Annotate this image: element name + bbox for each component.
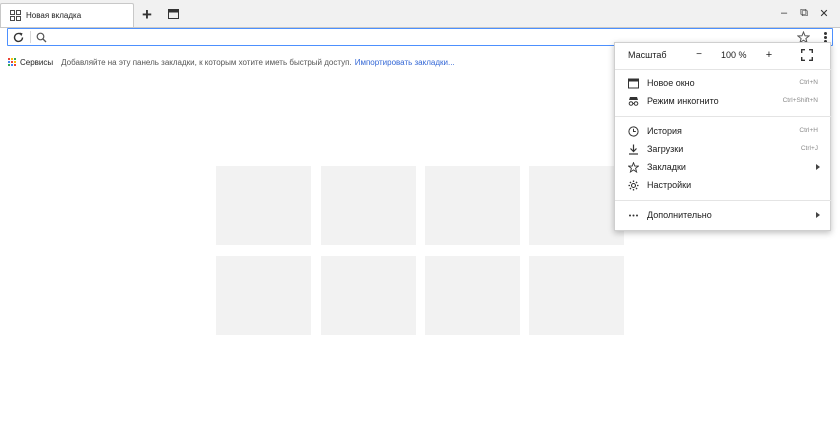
menu-item-label: История xyxy=(647,126,682,136)
menu-item-incognito[interactable]: Режим инкогнито Ctrl+Shift+N xyxy=(615,93,832,110)
search-icon xyxy=(36,32,47,43)
menu-item-more[interactable]: Дополнительно xyxy=(615,207,832,224)
menu-item-label: Дополнительно xyxy=(647,210,712,220)
zoom-in-button[interactable]: + xyxy=(762,48,776,62)
restore-button[interactable]: ⧉ xyxy=(794,4,814,22)
new-window-icon xyxy=(628,78,639,89)
speed-dial-tile[interactable] xyxy=(529,166,624,245)
menu-divider xyxy=(615,200,832,201)
menu-item-shortcut: Ctrl+J xyxy=(800,145,818,152)
zoom-label: Масштаб xyxy=(628,50,667,60)
speed-dial-tile[interactable] xyxy=(216,256,311,335)
menu-divider xyxy=(615,116,832,117)
tab-title: Новая вкладка xyxy=(26,11,82,20)
close-button[interactable]: ✕ xyxy=(814,4,834,22)
menu-item-shortcut: Ctrl+N xyxy=(799,79,818,86)
menu-item-downloads[interactable]: Загрузки Ctrl+J xyxy=(615,141,832,158)
menu-item-label: Загрузки xyxy=(647,144,684,154)
tab-list-button[interactable] xyxy=(165,6,181,22)
speed-dial-tile[interactable] xyxy=(321,256,416,335)
menu-item-settings[interactable]: Настройки xyxy=(615,177,832,194)
minimize-button[interactable]: – xyxy=(774,4,794,22)
reload-icon[interactable] xyxy=(12,31,25,44)
gear-icon xyxy=(628,180,639,191)
menu-item-label: Настройки xyxy=(647,180,692,190)
submenu-arrow-icon xyxy=(816,164,820,170)
menu-item-label: Новое окно xyxy=(647,78,695,88)
history-icon xyxy=(628,126,639,137)
menu-item-shortcut: Ctrl+H xyxy=(799,127,818,134)
tab-list-icon xyxy=(167,9,179,19)
menu-item-bookmarks[interactable]: Закладки xyxy=(615,159,832,176)
tab-strip: Новая вкладка + – ⧉ ✕ xyxy=(0,0,840,27)
speed-dial-tile[interactable] xyxy=(216,166,311,245)
menu-item-shortcut: Ctrl+Shift+N xyxy=(782,97,818,104)
zoom-out-button[interactable]: − xyxy=(692,48,706,62)
download-icon xyxy=(629,144,638,155)
window-controls: – ⧉ ✕ xyxy=(774,4,834,22)
import-bookmarks-link[interactable]: Импортировать закладки... xyxy=(355,58,455,67)
omnibox-divider xyxy=(30,31,31,43)
grid-icon xyxy=(10,10,21,21)
bookmarks-prompt: Добавляйте на эту панель закладки, к кот… xyxy=(61,57,352,67)
menu-item-label: Режим инкогнито xyxy=(647,96,719,106)
apps-icon[interactable] xyxy=(8,58,16,66)
speed-dial-tile[interactable] xyxy=(321,166,416,245)
menu-item-history[interactable]: История Ctrl+H xyxy=(615,123,832,140)
new-tab-button[interactable]: + xyxy=(138,5,156,23)
menu-divider xyxy=(615,69,832,70)
more-horizontal-icon xyxy=(629,214,638,217)
zoom-value: 100 % xyxy=(721,50,747,60)
submenu-arrow-icon xyxy=(816,212,820,218)
menu-item-label: Закладки xyxy=(647,162,686,172)
speed-dial-tile[interactable] xyxy=(425,256,520,335)
fullscreen-icon[interactable] xyxy=(801,49,813,61)
speed-dial-tile[interactable] xyxy=(425,166,520,245)
speed-dial-tile[interactable] xyxy=(529,256,624,335)
menu-item-new-window[interactable]: Новое окно Ctrl+N xyxy=(615,75,832,92)
apps-label[interactable]: Сервисы xyxy=(20,58,53,67)
app-menu: Масштаб − 100 % + Новое окно Ctrl+N Режи… xyxy=(614,42,832,231)
zoom-row: Масштаб − 100 % + xyxy=(615,43,832,69)
tab-new-tab[interactable]: Новая вкладка xyxy=(0,3,134,27)
incognito-icon xyxy=(628,97,639,106)
star-icon xyxy=(628,162,639,173)
